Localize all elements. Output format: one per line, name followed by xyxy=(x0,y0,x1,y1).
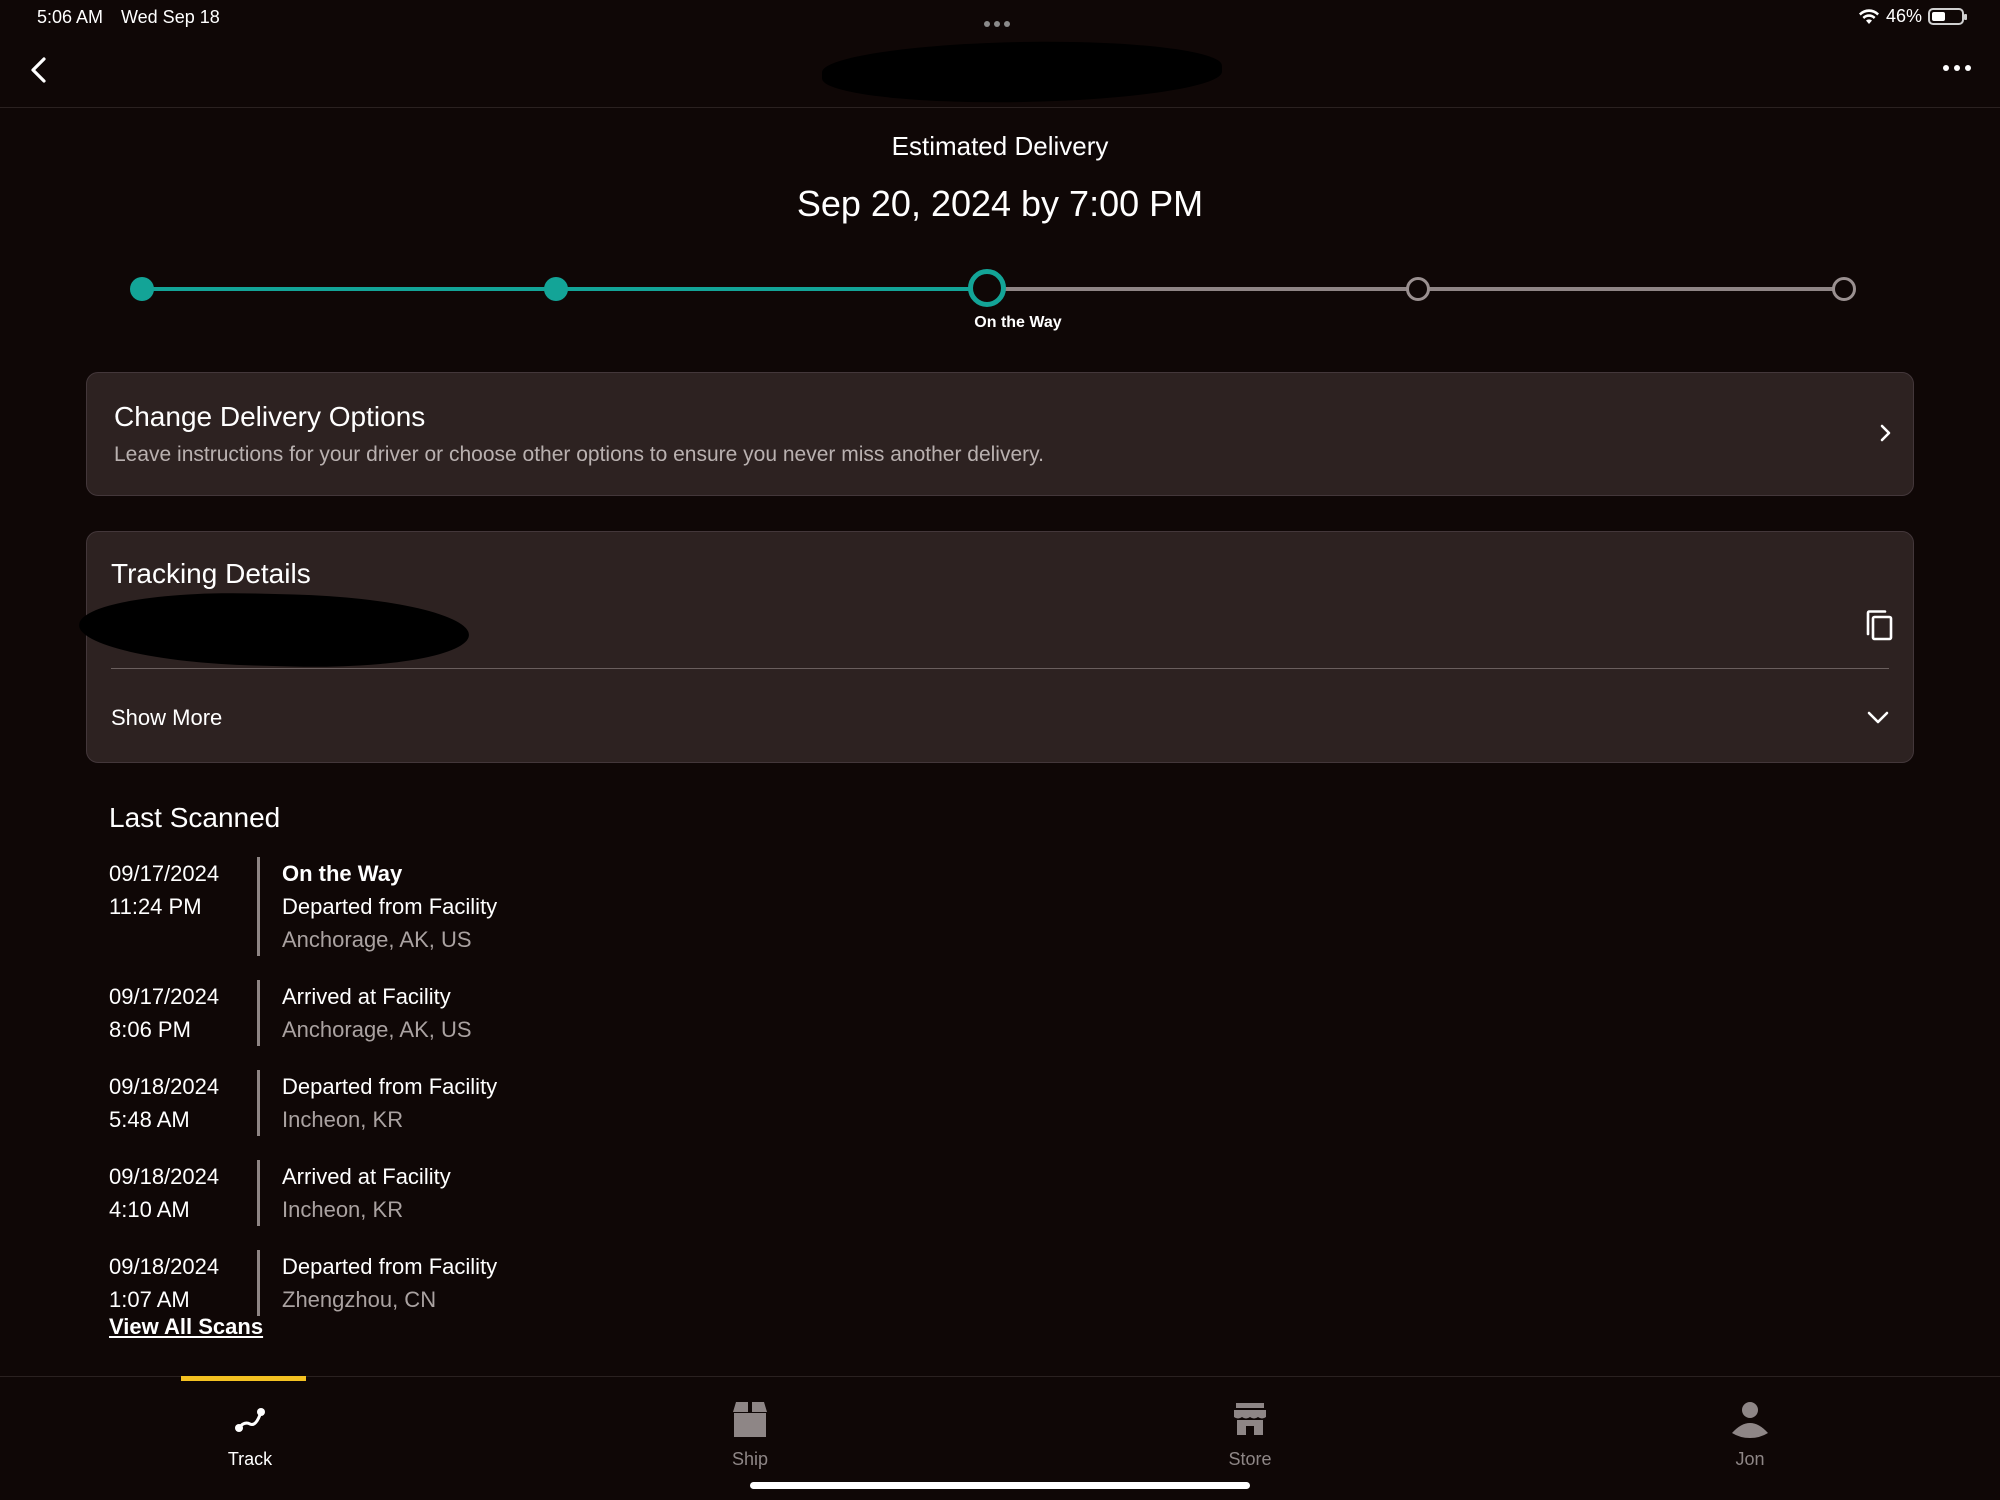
package-box-icon xyxy=(733,1402,767,1437)
scan-event: Departed from Facility xyxy=(282,1254,498,1279)
home-indicator[interactable] xyxy=(750,1482,1250,1489)
divider xyxy=(111,668,1889,669)
view-all-scans-link[interactable]: View All Scans xyxy=(109,1314,263,1340)
scan-date: 09/18/2024 xyxy=(109,1074,220,1099)
scan-item: 09/18/2024 4:10 AM Arrived at Facility I… xyxy=(109,1160,1009,1226)
tab-label: Jon xyxy=(1735,1449,1765,1469)
redacted-tracking-number xyxy=(78,588,470,672)
progress-step-5 xyxy=(1832,277,1856,301)
progress-step-1 xyxy=(130,277,154,301)
estimated-delivery-label: Estimated Delivery xyxy=(891,131,1109,161)
scan-event: Arrived at Facility xyxy=(282,1164,451,1189)
scan-time: 11:24 PM xyxy=(109,894,202,919)
chevron-down-icon[interactable] xyxy=(1865,704,1891,730)
scan-event: Departed from Facility xyxy=(282,894,498,919)
tab-label: Store xyxy=(1228,1449,1272,1469)
status-date: Wed Sep 18 xyxy=(121,7,220,27)
scan-divider xyxy=(257,980,260,1046)
tab-label: Track xyxy=(227,1449,273,1469)
scan-location: Anchorage, AK, US xyxy=(282,927,472,952)
delivery-progress-tracker: On the Way xyxy=(130,269,1856,332)
scan-time: 4:10 AM xyxy=(109,1197,190,1222)
back-chevron-icon[interactable] xyxy=(22,52,58,88)
scan-location: Incheon, KR xyxy=(282,1107,404,1132)
top-navigation-bar xyxy=(0,34,2000,108)
copy-icon[interactable] xyxy=(1863,608,1897,644)
scan-divider xyxy=(257,1160,260,1226)
status-bar: 5:06 AM Wed Sep 18 46% xyxy=(0,0,2000,34)
scan-event: Arrived at Facility xyxy=(282,984,451,1009)
scan-status: On the Way xyxy=(282,861,403,886)
scan-item: 09/18/2024 1:07 AM Departed from Facilit… xyxy=(109,1250,1009,1316)
delivery-options-title: Change Delivery Options xyxy=(114,401,426,432)
scan-time: 5:48 AM xyxy=(109,1107,190,1132)
tab-store[interactable]: Store xyxy=(1150,1377,1350,1477)
scan-location: Anchorage, AK, US xyxy=(282,1017,472,1042)
scan-item: 09/17/2024 8:06 PM Arrived at Facility A… xyxy=(109,980,1009,1046)
scan-location: Zhengzhou, CN xyxy=(282,1287,437,1312)
scan-location: Incheon, KR xyxy=(282,1197,404,1222)
scan-item: 09/18/2024 5:48 AM Departed from Facilit… xyxy=(109,1070,1009,1136)
scan-date: 09/18/2024 xyxy=(109,1254,220,1279)
chevron-right-icon xyxy=(1880,424,1891,442)
show-more-toggle[interactable]: Show More xyxy=(111,705,222,731)
scan-divider xyxy=(257,1070,260,1136)
active-tab-indicator xyxy=(181,1376,306,1381)
tab-label: Ship xyxy=(731,1449,769,1469)
scan-event: Departed from Facility xyxy=(282,1074,498,1099)
scan-date: 09/17/2024 xyxy=(109,861,220,886)
tab-track[interactable]: Track xyxy=(150,1376,350,1477)
last-scanned-title: Last Scanned xyxy=(109,802,281,833)
wifi-icon xyxy=(1858,8,1879,24)
scan-date: 09/18/2024 xyxy=(109,1164,220,1189)
scan-divider xyxy=(257,1250,260,1316)
track-route-icon xyxy=(235,1408,265,1432)
progress-step-current xyxy=(968,269,1006,307)
change-delivery-options-card[interactable]: Change Delivery Options Leave instructio… xyxy=(86,372,1914,496)
scan-time: 1:07 AM xyxy=(109,1287,190,1312)
tab-profile[interactable]: Jon xyxy=(1650,1377,1850,1477)
status-right: 46% xyxy=(1858,6,1967,27)
progress-step-2 xyxy=(544,277,568,301)
scan-item: 09/17/2024 11:24 PM On the Way Departed … xyxy=(109,857,1009,956)
scan-list: 09/17/2024 11:24 PM On the Way Departed … xyxy=(109,857,1009,1340)
more-options-icon[interactable] xyxy=(1940,58,1974,78)
tracking-details-card: Tracking Details Show More xyxy=(78,531,1914,763)
delivery-options-description: Leave instructions for your driver or ch… xyxy=(114,443,1044,466)
store-front-icon xyxy=(1234,1403,1266,1435)
tracking-details-title: Tracking Details xyxy=(111,558,311,589)
progress-step-4 xyxy=(1406,277,1430,301)
scan-divider xyxy=(257,857,260,956)
estimated-delivery-date: Sep 20, 2024 by 7:00 PM xyxy=(796,183,1204,224)
progress-step-label: On the Way xyxy=(974,314,1062,331)
battery-icon xyxy=(1928,8,1967,25)
battery-percent: 46% xyxy=(1885,6,1922,26)
tab-ship[interactable]: Ship xyxy=(650,1377,850,1477)
scan-date: 09/17/2024 xyxy=(109,984,220,1009)
status-time: 5:06 AM xyxy=(37,7,104,27)
scan-time: 8:06 PM xyxy=(109,1017,191,1042)
multitasking-dots-icon[interactable] xyxy=(984,14,1016,27)
person-icon xyxy=(1732,1402,1768,1438)
redacted-title xyxy=(821,38,1223,106)
